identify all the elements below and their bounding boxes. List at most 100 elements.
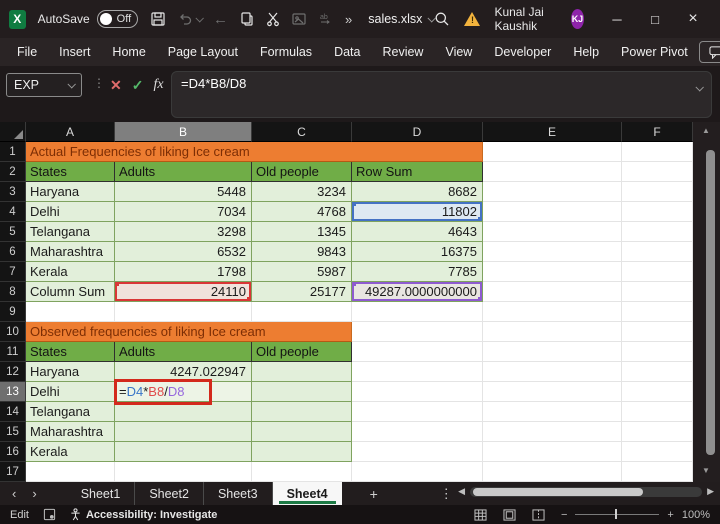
cell-D11[interactable] — [352, 342, 483, 362]
cell-A14[interactable]: Telangana — [26, 402, 115, 422]
prev-sheet-icon[interactable]: ‹ — [12, 486, 16, 501]
name-box-dropdown-icon[interactable] — [67, 80, 75, 88]
row-header-9[interactable]: 9 — [0, 302, 26, 322]
cell-E11[interactable] — [483, 342, 622, 362]
column-header-A[interactable]: A — [26, 122, 115, 142]
row-header-6[interactable]: 6 — [0, 242, 26, 262]
formula-input[interactable]: =D4*B8/D8 — [171, 71, 712, 118]
zoom-slider[interactable] — [575, 514, 659, 515]
cell-D15[interactable] — [352, 422, 483, 442]
cell-A11[interactable]: States — [26, 342, 115, 362]
cell-F2[interactable] — [622, 162, 693, 182]
cell-B15[interactable] — [115, 422, 252, 442]
scroll-down-icon[interactable]: ▼ — [702, 466, 710, 475]
name-box[interactable]: EXP — [6, 73, 82, 97]
cell-E3[interactable] — [483, 182, 622, 202]
cell-D16[interactable] — [352, 442, 483, 462]
normal-view-icon[interactable] — [474, 509, 487, 521]
cell-B2[interactable]: Adults — [115, 162, 252, 182]
cell-F16[interactable] — [622, 442, 693, 462]
cell-A3[interactable]: Haryana — [26, 182, 115, 202]
cell-D4[interactable]: 11802 — [352, 202, 483, 222]
cell-F6[interactable] — [622, 242, 693, 262]
undo-icon[interactable] — [177, 12, 202, 26]
cell-D8[interactable]: 49287.0000000000 — [352, 282, 483, 302]
cell-E7[interactable] — [483, 262, 622, 282]
paste-special-icon[interactable] — [291, 12, 307, 26]
ribbon-tab-help[interactable]: Help — [562, 38, 610, 66]
next-sheet-icon[interactable]: › — [32, 486, 36, 501]
cell-C17[interactable] — [252, 462, 352, 482]
ribbon-tab-page-layout[interactable]: Page Layout — [157, 38, 249, 66]
redo-icon[interactable]: ← — [213, 11, 228, 28]
horizontal-scrollbar-thumb[interactable] — [473, 488, 643, 496]
cell-C3[interactable]: 3234 — [252, 182, 352, 202]
column-header-B[interactable]: B — [115, 122, 252, 142]
sheet-tab-sheet3[interactable]: Sheet3 — [204, 482, 273, 505]
cell-F8[interactable] — [622, 282, 693, 302]
cell-A10[interactable]: Observed frequencies of liking Ice cream — [26, 322, 352, 342]
scroll-left-icon[interactable]: ◀ — [458, 486, 465, 497]
user-name[interactable]: Kunal Jai Kaushik — [494, 5, 556, 33]
cell-B13[interactable]: =D4*B8/D8 — [115, 382, 252, 402]
cell-C14[interactable] — [252, 402, 352, 422]
document-title[interactable]: sales.xlsx — [368, 12, 434, 26]
cell-D13[interactable] — [352, 382, 483, 402]
row-header-11[interactable]: 11 — [0, 342, 26, 362]
row-header-15[interactable]: 15 — [0, 422, 26, 442]
sheet-options-icon[interactable]: ⋮ — [440, 486, 453, 502]
zoom-slider-thumb[interactable] — [615, 509, 617, 519]
cell-A16[interactable]: Kerala — [26, 442, 115, 462]
row-header-1[interactable]: 1 — [0, 142, 26, 162]
ribbon-tab-developer[interactable]: Developer — [483, 38, 562, 66]
cell-B8[interactable]: 24110 — [115, 282, 252, 302]
comments-button[interactable]: Comments — [699, 41, 720, 63]
row-header-8[interactable]: 8 — [0, 282, 26, 302]
cell-E15[interactable] — [483, 422, 622, 442]
cell-E14[interactable] — [483, 402, 622, 422]
column-header-E[interactable]: E — [483, 122, 622, 142]
add-sheet-icon[interactable]: + — [370, 486, 378, 502]
cell-D2[interactable]: Row Sum — [352, 162, 483, 182]
insert-function-icon[interactable]: fx — [153, 77, 163, 93]
cancel-entry-icon[interactable]: ✕ — [110, 77, 122, 94]
cell-A2[interactable]: States — [26, 162, 115, 182]
cell-A4[interactable]: Delhi — [26, 202, 115, 222]
confirm-entry-icon[interactable]: ✓ — [132, 77, 144, 94]
cell-C15[interactable] — [252, 422, 352, 442]
cell-F1[interactable] — [622, 142, 693, 162]
cell-E8[interactable] — [483, 282, 622, 302]
cell-B3[interactable]: 5448 — [115, 182, 252, 202]
cell-C5[interactable]: 1345 — [252, 222, 352, 242]
cell-E9[interactable] — [483, 302, 622, 322]
formula-bar-expand-icon[interactable] — [695, 83, 703, 91]
cell-F7[interactable] — [622, 262, 693, 282]
ribbon-tab-power-pivot[interactable]: Power Pivot — [610, 38, 699, 66]
cell-E2[interactable] — [483, 162, 622, 182]
cell-F11[interactable] — [622, 342, 693, 362]
page-layout-view-icon[interactable] — [503, 509, 516, 521]
column-header-D[interactable]: D — [352, 122, 483, 142]
row-header-14[interactable]: 14 — [0, 402, 26, 422]
row-header-16[interactable]: 16 — [0, 442, 26, 462]
cell-F4[interactable] — [622, 202, 693, 222]
ribbon-tab-home[interactable]: Home — [101, 38, 156, 66]
column-header-C[interactable]: C — [252, 122, 352, 142]
cell-A9[interactable] — [26, 302, 115, 322]
cell-E16[interactable] — [483, 442, 622, 462]
zoom-level[interactable]: 100% — [682, 509, 710, 521]
cell-F10[interactable] — [622, 322, 693, 342]
minimize-button[interactable]: ─ — [598, 0, 636, 38]
select-all-button[interactable] — [0, 122, 26, 142]
cell-F13[interactable] — [622, 382, 693, 402]
cell-D14[interactable] — [352, 402, 483, 422]
cell-C8[interactable]: 25177 — [252, 282, 352, 302]
undo-dropdown-icon[interactable] — [195, 14, 203, 22]
cell-A1[interactable]: Actual Frequencies of liking Ice cream — [26, 142, 483, 162]
column-header-F[interactable]: F — [622, 122, 693, 142]
vertical-scrollbar-thumb[interactable] — [706, 150, 715, 455]
accessibility-status[interactable]: Accessibility: Investigate — [70, 508, 217, 521]
cell-C4[interactable]: 4768 — [252, 202, 352, 222]
save-icon[interactable] — [150, 11, 166, 27]
cell-B4[interactable]: 7034 — [115, 202, 252, 222]
